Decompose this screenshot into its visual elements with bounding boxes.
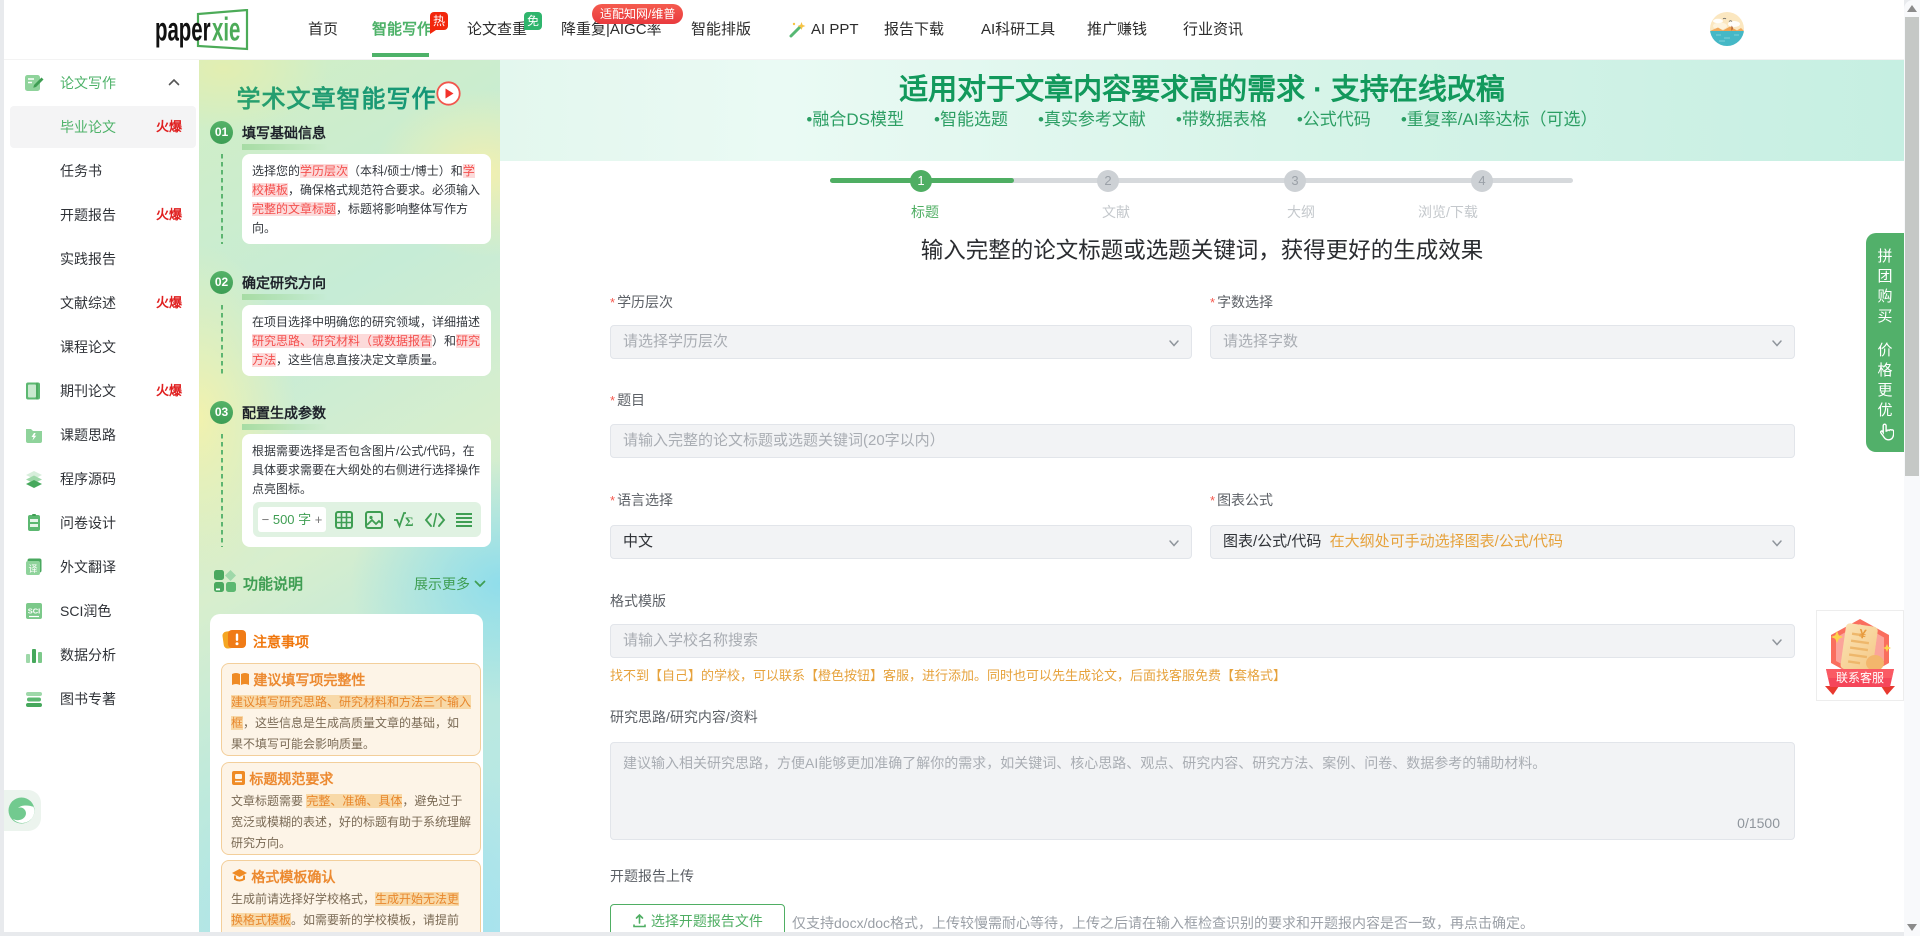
svg-text:Σ: Σ <box>405 514 414 529</box>
svg-text:联系客服: 联系客服 <box>1836 670 1884 685</box>
svg-text:译: 译 <box>28 564 37 574</box>
svg-text:paper: paper <box>155 10 211 47</box>
svg-text:xie: xie <box>212 10 240 47</box>
svg-text:SCI: SCI <box>28 607 41 616</box>
